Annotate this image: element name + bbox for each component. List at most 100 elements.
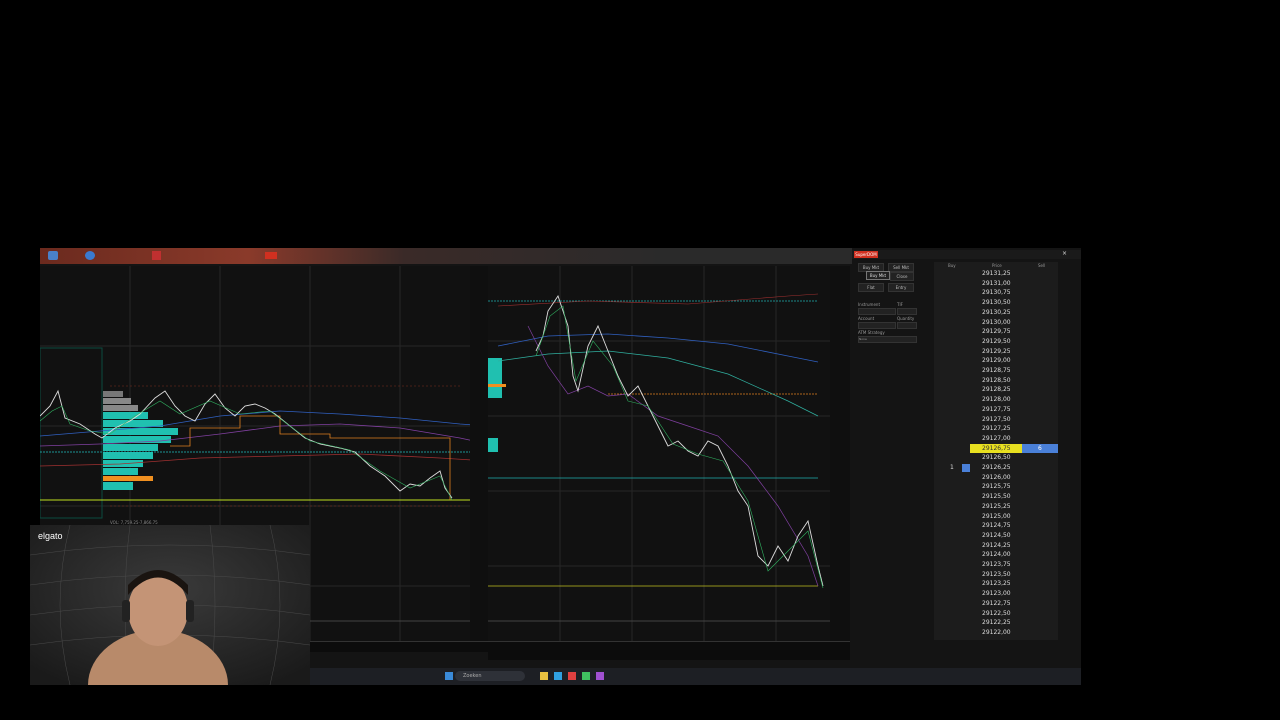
ladder-row[interactable]: 29126,50 — [934, 453, 1058, 463]
ladder-price: 29130,50 — [982, 299, 1011, 307]
ladder-row[interactable]: 29127,75 — [934, 405, 1058, 415]
edge-icon[interactable] — [554, 672, 562, 680]
close-button[interactable]: Close — [890, 272, 914, 281]
price-ladder[interactable]: Buy Price Sell 29131,25 29131,00 29130,75 2… — [934, 262, 1058, 640]
ladder-price: 29124,50 — [982, 531, 1011, 539]
right-price-axis[interactable] — [830, 266, 850, 641]
app-icon[interactable] — [85, 251, 95, 260]
ladder-price: 29126,75 — [982, 443, 1012, 454]
ladder-price: 29128,25 — [982, 386, 1011, 394]
ladder-price: 29125,50 — [982, 493, 1011, 501]
ladder-row[interactable]: 29126,25 1 — [934, 463, 1058, 473]
superdom-title: SuperDOM — [854, 251, 878, 258]
browser-icon[interactable] — [48, 251, 58, 260]
quantity-input[interactable] — [897, 322, 917, 329]
ladder-row[interactable]: 29129,75 — [934, 327, 1058, 337]
app-icon-purple[interactable] — [596, 672, 604, 680]
ladder-price: 29127,00 — [982, 434, 1011, 442]
ladder-row[interactable]: 29122,75 — [934, 599, 1058, 609]
ladder-row[interactable]: 29122,50 — [934, 609, 1058, 619]
entry-button[interactable]: Entry — [888, 283, 914, 292]
ladder-row[interactable]: 29124,50 — [934, 531, 1058, 541]
ladder-price: 29130,00 — [982, 318, 1011, 326]
ladder-price: 29129,25 — [982, 347, 1011, 355]
ladder-price: 29122,00 — [982, 628, 1011, 636]
ladder-row[interactable]: 29128,75 — [934, 366, 1058, 376]
ladder-row[interactable]: 29129,00 — [934, 356, 1058, 366]
account-select[interactable] — [858, 322, 896, 329]
ladder-row[interactable]: 29128,00 — [934, 395, 1058, 405]
ladder-row[interactable]: 29130,00 — [934, 318, 1058, 328]
app-icon-green[interactable] — [582, 672, 590, 680]
ladder-row[interactable]: 29130,25 — [934, 308, 1058, 318]
ladder-price: 29126,50 — [982, 454, 1011, 462]
ladder-row[interactable]: 29125,00 — [934, 512, 1058, 522]
ladder-price: 29127,50 — [982, 415, 1011, 423]
right-chart-svg[interactable] — [488, 266, 848, 641]
ladder-price: 29123,50 — [982, 570, 1011, 578]
ladder-row[interactable]: 29130,50 — [934, 298, 1058, 308]
record-icon[interactable] — [152, 251, 161, 260]
ladder-row[interactable]: 29129,50 — [934, 337, 1058, 347]
ladder-row[interactable]: 29123,50 — [934, 570, 1058, 580]
ladder-row[interactable]: 29131,00 — [934, 279, 1058, 289]
ladder-price: 29122,25 — [982, 619, 1011, 627]
webcam-image — [30, 525, 310, 685]
instrument-select[interactable] — [858, 308, 896, 315]
ladder-row[interactable]: 29123,00 — [934, 589, 1058, 599]
ladder-row[interactable]: 29130,75 — [934, 288, 1058, 298]
webcam-overlay: elgato — [30, 525, 310, 685]
ladder-row[interactable]: 29124,75 — [934, 521, 1058, 531]
atm-select[interactable]: None — [858, 336, 917, 343]
ladder-row[interactable]: 29129,25 — [934, 347, 1058, 357]
ladder-price: 29125,25 — [982, 502, 1011, 510]
ladder-row[interactable]: 29127,50 — [934, 415, 1058, 425]
ladder-row[interactable]: 29126,75 6 — [934, 443, 1058, 454]
close-badge[interactable] — [265, 252, 277, 259]
tif-select[interactable] — [897, 308, 917, 315]
ladder-row[interactable]: 29125,50 — [934, 492, 1058, 502]
ladder-row[interactable]: 29125,75 — [934, 482, 1058, 492]
left-price-axis[interactable] — [470, 266, 488, 641]
explorer-icon[interactable] — [540, 672, 548, 680]
ladder-price: 29124,00 — [982, 551, 1011, 559]
ladder-row[interactable]: 29123,75 — [934, 560, 1058, 570]
flat-button[interactable]: Flat — [858, 283, 884, 292]
ladder-row[interactable]: 29131,25 — [934, 269, 1058, 279]
ladder-price: 29129,00 — [982, 357, 1011, 365]
superdom-window[interactable]: SuperDOM × Buy Mkt Sell Mkt Buy Mkt Clos… — [852, 248, 1081, 668]
ladder-row[interactable]: 29122,25 — [934, 618, 1058, 628]
ladder-row[interactable]: 29123,25 — [934, 579, 1058, 589]
right-chart-panel[interactable] — [488, 266, 848, 641]
sell-qty: 6 — [1038, 444, 1042, 452]
ladder-price: 29127,25 — [982, 425, 1011, 433]
ladder-price: 29127,75 — [982, 405, 1011, 413]
ladder-price: 29129,50 — [982, 337, 1011, 345]
ladder-price: 29123,00 — [982, 590, 1011, 598]
ladder-row[interactable]: 29127,00 — [934, 434, 1058, 444]
sell-mkt-button[interactable]: Sell Mkt — [888, 263, 914, 272]
ladder-row[interactable]: 29124,00 — [934, 550, 1058, 560]
ladder-price: 29124,75 — [982, 522, 1011, 530]
profile-bars-right — [488, 358, 502, 398]
right-time-axis — [488, 641, 850, 660]
ladder-row[interactable]: 29128,50 — [934, 376, 1058, 386]
windows-start-icon[interactable] — [445, 672, 453, 680]
ladder-price: 29131,25 — [982, 270, 1011, 277]
close-icon[interactable]: × — [1062, 251, 1068, 257]
ladder-price: 29122,75 — [982, 599, 1011, 607]
ladder-row[interactable]: 29124,25 — [934, 541, 1058, 551]
ladder-row[interactable]: 29122,00 — [934, 628, 1058, 638]
app-icon-red[interactable] — [568, 672, 576, 680]
col-price-header: Price — [992, 263, 1002, 268]
ladder-row[interactable]: 29125,25 — [934, 502, 1058, 512]
col-sell-header: Sell — [1038, 263, 1046, 268]
ladder-row[interactable]: 29128,25 — [934, 385, 1058, 395]
ladder-price: 29123,75 — [982, 561, 1011, 568]
ladder-row[interactable]: 29126,00 — [934, 473, 1058, 483]
superdom-titlebar — [852, 250, 1081, 259]
ladder-price: 29126,25 — [982, 464, 1011, 471]
ladder-row[interactable]: 29127,25 — [934, 424, 1058, 434]
taskbar-search[interactable]: Zoeken — [455, 671, 525, 681]
ladder-price: 29125,00 — [982, 512, 1011, 520]
